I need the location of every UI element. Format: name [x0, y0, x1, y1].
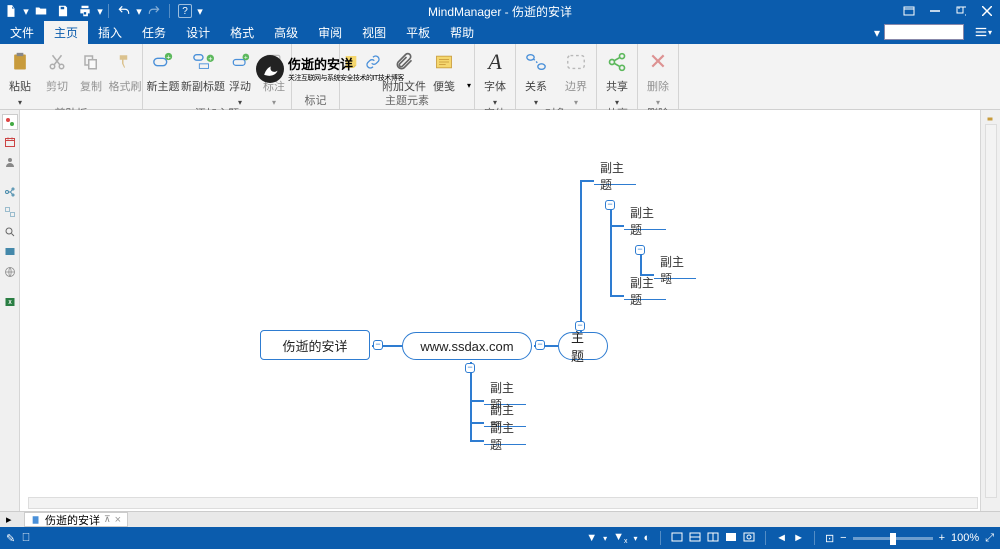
tab-home[interactable]: 主页 — [44, 21, 88, 44]
qat-undo-icon[interactable] — [113, 0, 135, 22]
status-bar: ✎ ▼▾ ▼x▾ ◐ ◄ ► ⊡ − + 100% ⤢ — [0, 527, 1000, 549]
sub-topic-4[interactable]: 副主题 — [624, 282, 666, 300]
pane-excel-icon[interactable]: X — [2, 294, 18, 310]
tab-format[interactable]: 格式 — [220, 21, 264, 44]
document-tab-bar: ▸ 伤逝的安详 ⊼ × — [0, 511, 1000, 527]
root-topic[interactable]: 伤逝的安详 — [260, 330, 370, 360]
view2-icon[interactable] — [689, 532, 701, 545]
qat-dropdown-2[interactable]: ▾ — [96, 0, 104, 22]
fit-icon[interactable]: ⊡ — [825, 532, 834, 545]
status-doc-icon[interactable] — [21, 531, 31, 546]
tab-help[interactable]: 帮助 — [440, 21, 484, 44]
vertical-scrollbar[interactable] — [985, 124, 997, 498]
tab-tablet[interactable]: 平板 — [396, 21, 440, 44]
minimize-icon[interactable] — [922, 0, 948, 22]
pane-task-icon[interactable] — [2, 134, 18, 150]
ribbon: 粘贴▾ 剪切 复制 格式刷 剪贴板 +新主题 +新副标题 +浮动▾ 标注▾ 添加… — [0, 44, 1000, 110]
svg-text:+: + — [208, 54, 212, 63]
tab-task[interactable]: 任务 — [132, 21, 176, 44]
document-tab[interactable]: 伤逝的安详 ⊼ × — [24, 512, 128, 527]
window-title: MindManager - 伤逝的安详 — [428, 3, 572, 20]
title-bar: ▾ ▾ ▾ ? ▾ MindManager - 伤逝的安详 — [0, 0, 1000, 22]
elements-expand[interactable]: ▾ — [464, 44, 474, 94]
tab-review[interactable]: 审阅 — [308, 21, 352, 44]
copy-button[interactable]: 复制 — [74, 44, 108, 107]
view1-icon[interactable] — [671, 532, 683, 545]
nav-prev-icon[interactable]: ◄ — [776, 532, 787, 544]
ribbon-toggle-icon[interactable] — [896, 0, 922, 22]
center-topic[interactable]: www.ssdax.com — [402, 332, 532, 360]
tab-view[interactable]: 视图 — [352, 21, 396, 44]
search-input[interactable] — [884, 24, 964, 40]
newtopic-button[interactable]: +新主题 — [143, 44, 183, 107]
pane-web-icon[interactable] — [2, 264, 18, 280]
formatpainter-button[interactable]: 格式刷 — [108, 44, 142, 107]
qat-open-icon[interactable] — [30, 0, 52, 22]
qat-new-icon[interactable] — [0, 0, 22, 22]
left-panel: X — [0, 110, 20, 512]
pane-browser-icon[interactable] — [2, 244, 18, 260]
svg-text:+: + — [166, 52, 170, 61]
qat-dropdown-1[interactable]: ▾ — [22, 0, 30, 22]
view3-icon[interactable] — [707, 532, 719, 545]
pane-search-icon[interactable] — [2, 224, 18, 240]
filter2-icon[interactable]: ▼x — [613, 531, 627, 545]
doc-icon — [31, 515, 41, 525]
sub-topic-1[interactable]: 副主题 — [594, 167, 636, 185]
doc-pin-icon[interactable]: ⊼ — [104, 514, 111, 525]
pane-mapparts-icon[interactable] — [2, 184, 18, 200]
newsubtopic-button[interactable]: +新副标题 — [183, 44, 223, 107]
float-button[interactable]: +浮动▾ — [223, 44, 257, 107]
font-button[interactable]: A字体▾ — [475, 44, 515, 107]
zoom-value[interactable]: 100% — [951, 532, 979, 544]
docbar-expand-icon[interactable]: ▸ — [6, 513, 12, 526]
search-config-icon[interactable]: ▾ — [972, 23, 994, 41]
pane-related-icon[interactable] — [2, 204, 18, 220]
tab-design[interactable]: 设计 — [176, 21, 220, 44]
sub-topic-2[interactable]: 副主题 — [624, 212, 666, 230]
close-icon[interactable] — [974, 0, 1000, 22]
zoom-out-icon[interactable]: − — [840, 532, 846, 544]
qat-dropdown-3[interactable]: ▾ — [135, 0, 143, 22]
pane-myinfo-icon[interactable] — [2, 154, 18, 170]
qat-dropdown-4[interactable]: ▾ — [196, 0, 204, 22]
boundary-button[interactable]: 边界▾ — [556, 44, 596, 107]
delete-button[interactable]: ✕删除▾ — [638, 44, 678, 107]
pane-marker-icon[interactable] — [2, 114, 18, 130]
sub-topic-3[interactable]: 副主题 — [654, 261, 696, 279]
maximize-icon[interactable] — [948, 0, 974, 22]
ribbon-tabs: 文件 主页 插入 任务 设计 格式 高级 审阅 视图 平板 帮助 ▾ ▾ — [0, 22, 1000, 44]
watermark-overlay: 伤逝的安详关注互联网与系统安全技术的IT技术博客 — [256, 54, 404, 83]
sub-topic-7[interactable]: 副主题 — [484, 427, 526, 445]
svg-text:+: + — [244, 55, 248, 62]
tab-file[interactable]: 文件 — [0, 21, 44, 44]
view4-icon[interactable] — [725, 532, 737, 545]
nav-next-icon[interactable]: ► — [793, 532, 804, 544]
qat-redo-icon[interactable] — [143, 0, 165, 22]
tab-advanced[interactable]: 高级 — [264, 21, 308, 44]
zoom-slider[interactable] — [853, 537, 933, 540]
filter-icon[interactable]: ▼ — [586, 532, 597, 544]
notecard-button[interactable]: 便笺 — [424, 44, 464, 94]
right-topic[interactable]: 主题 — [558, 332, 608, 360]
zoom-expand-icon[interactable]: ⤢ — [985, 532, 994, 545]
qat-save-icon[interactable] — [52, 0, 74, 22]
cut-button[interactable]: 剪切 — [40, 44, 74, 107]
view5-icon[interactable] — [743, 532, 755, 545]
tab-insert[interactable]: 插入 — [88, 21, 132, 44]
qat-print-icon[interactable] — [74, 0, 96, 22]
qat-help-icon[interactable]: ? — [178, 4, 192, 18]
paste-button[interactable]: 粘贴▾ — [0, 44, 40, 107]
status-pen-icon[interactable]: ✎ — [6, 532, 15, 545]
mindmap-canvas[interactable]: 伤逝的安详 www.ssdax.com 主题 副主题 副主题 副主题 副主题 副… — [20, 110, 980, 512]
horizontal-scrollbar[interactable] — [28, 497, 978, 509]
power-icon[interactable]: ◐ — [644, 532, 651, 544]
share-button[interactable]: 共享▾ — [597, 44, 637, 107]
doc-close-icon[interactable]: × — [115, 514, 121, 526]
relationship-button[interactable]: 关系▾ — [516, 44, 556, 107]
zoom-in-icon[interactable]: + — [939, 532, 945, 544]
